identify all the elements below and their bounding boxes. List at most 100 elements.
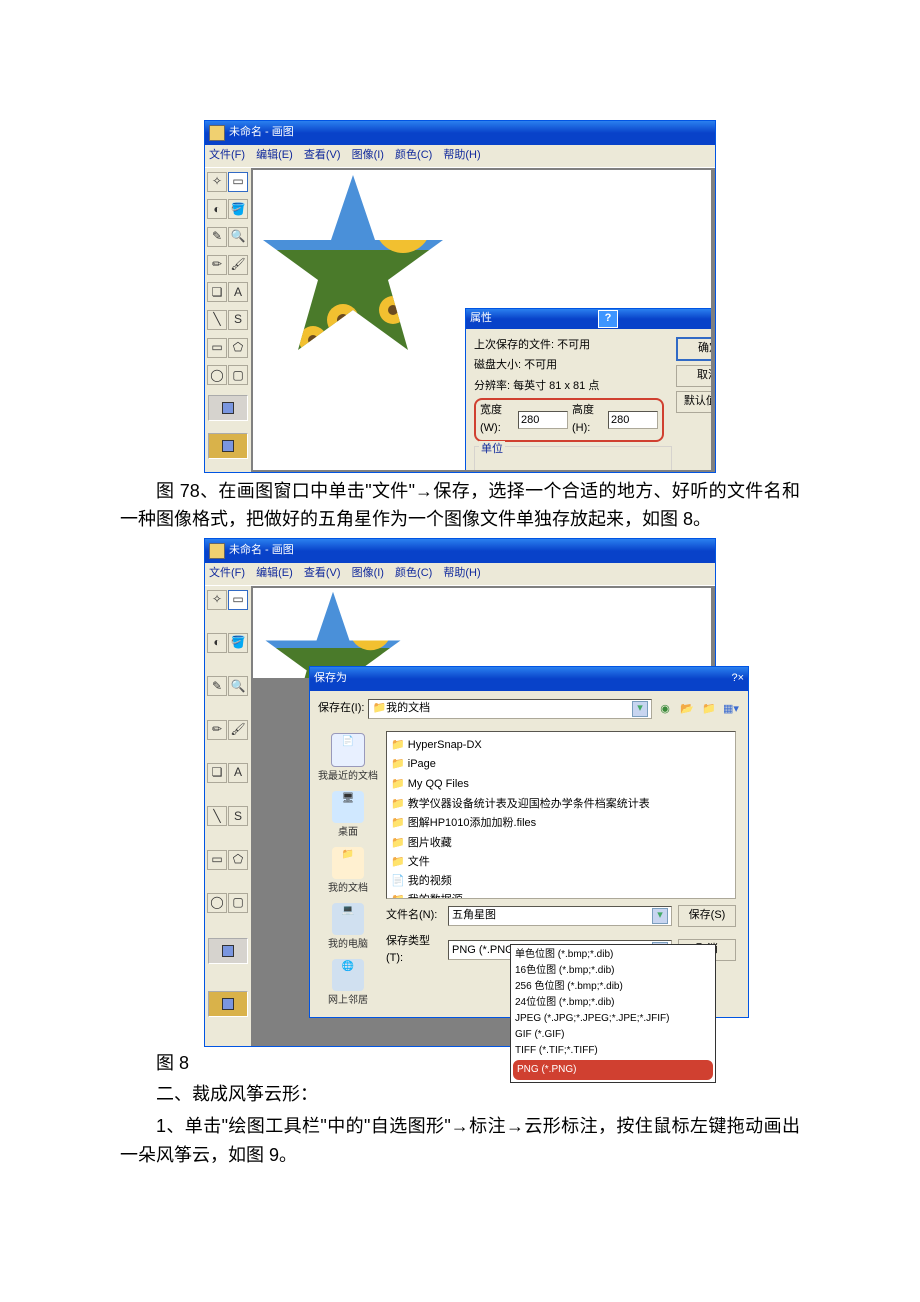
tool-ellipse[interactable]: ◯ (207, 365, 227, 385)
tool-line[interactable]: ╲ (207, 310, 227, 330)
tool-brush[interactable]: 🖌 (228, 255, 248, 275)
type-option[interactable]: 256 色位图 (*.bmp;*.dib) (513, 979, 713, 995)
type-option[interactable]: JPEG (*.JPG;*.JPEG;*.JPE;*.JFIF) (513, 1011, 713, 1027)
place-desktop[interactable]: 🖥桌面 (318, 789, 378, 843)
save-button[interactable]: 保存(S) (678, 905, 736, 927)
menu-image[interactable]: 图像(I) (352, 149, 384, 161)
menu-view[interactable]: 查看(V) (304, 149, 341, 161)
file-item[interactable]: 图片收藏 (391, 834, 731, 854)
tool-option-1[interactable] (208, 395, 248, 421)
views-icon[interactable]: ▦▾ (722, 700, 740, 718)
tool-airbrush[interactable]: ❏ (207, 282, 227, 302)
titlebar[interactable]: 未命名 - 画图 (205, 121, 715, 145)
type-option[interactable]: 24位位图 (*.bmp;*.dib) (513, 995, 713, 1011)
app-icon (209, 125, 225, 141)
ok-button[interactable]: 确定 (676, 337, 711, 361)
file-item[interactable]: 图解HP1010添加加粉.files (391, 814, 731, 834)
menu-help[interactable]: 帮助(H) (443, 149, 480, 161)
height-input[interactable] (608, 411, 658, 429)
tool-rect-select[interactable]: ▭ (228, 172, 248, 192)
file-item[interactable]: HyperSnap-DX (391, 736, 731, 756)
canvas-area: 属性 ? × 确定 取消 默认值(D) 上次保存的文件: 不可用 (251, 168, 715, 472)
file-item[interactable]: 教学仪器设备统计表及迎国检办学条件档案统计表 (391, 795, 731, 815)
tool-polygon[interactable]: ⬠ (228, 850, 248, 870)
tool-curve[interactable]: S (228, 806, 248, 826)
menu-edit[interactable]: 编辑(E) (256, 149, 293, 161)
tool-airbrush[interactable]: ❏ (207, 763, 227, 783)
width-label: 宽度(W): (480, 402, 514, 437)
tool-fill[interactable]: 🪣 (228, 633, 248, 653)
menu-color[interactable]: 颜色(C) (395, 149, 432, 161)
tool-pencil[interactable]: ✏ (207, 255, 227, 275)
place-recent[interactable]: 📄我最近的文档 (318, 731, 378, 787)
tool-ellipse[interactable]: ◯ (207, 893, 227, 913)
menu-file[interactable]: 文件(F) (209, 149, 245, 161)
file-item[interactable]: 我的数据源 (391, 891, 731, 899)
menu-image[interactable]: 图像(I) (352, 567, 384, 579)
tool-text[interactable]: A (228, 763, 248, 783)
window-title: 未命名 - 画图 (229, 542, 294, 560)
tool-rect[interactable]: ▭ (207, 850, 227, 870)
titlebar[interactable]: 未命名 - 画图 (205, 539, 715, 563)
cancel-button[interactable]: 取消 (676, 365, 711, 387)
tool-option-2[interactable] (208, 433, 248, 459)
help-button[interactable]: ? (598, 310, 618, 328)
menu-view[interactable]: 查看(V) (304, 567, 341, 579)
paint-window-2: 未命名 - 画图 文件(F) 编辑(E) 查看(V) 图像(I) 颜色(C) 帮… (204, 538, 716, 1047)
savetype-dropdown[interactable]: 单色位图 (*.bmp;*.dib)16色位图 (*.bmp;*.dib)256… (510, 944, 716, 1083)
tool-picker[interactable]: ✎ (207, 227, 227, 247)
tool-magnify[interactable]: 🔍 (228, 676, 248, 696)
tool-roundrect[interactable]: ▢ (228, 365, 248, 385)
tool-rect-select[interactable]: ▭ (228, 590, 248, 610)
tool-magnify[interactable]: 🔍 (228, 227, 248, 247)
chevron-down-icon[interactable]: ▾ (632, 701, 648, 717)
place-mydocs[interactable]: 📁我的文档 (318, 845, 378, 899)
tool-roundrect[interactable]: ▢ (228, 893, 248, 913)
file-item[interactable]: 文件 (391, 853, 731, 873)
toolbox: ✧ ▭ ◐ 🪣 ✎ 🔍 ✏ 🖌 ❏ A ╲ S ▭ ⬠ ◯ ▢ (205, 168, 251, 472)
filename-input[interactable]: 五角星图▾ (448, 906, 672, 926)
type-option[interactable]: 16色位图 (*.bmp;*.dib) (513, 963, 713, 979)
place-mycomputer[interactable]: 💻我的电脑 (318, 901, 378, 955)
width-input[interactable] (518, 411, 568, 429)
file-item[interactable]: My QQ Files (391, 775, 731, 795)
new-folder-icon[interactable]: 📁 (700, 700, 718, 718)
type-option[interactable]: GIF (*.GIF) (513, 1027, 713, 1043)
place-network[interactable]: 🌐网上邻居 (318, 957, 378, 1011)
type-option[interactable]: TIFF (*.TIF;*.TIFF) (513, 1043, 713, 1059)
tool-eraser[interactable]: ◐ (207, 199, 227, 219)
menu-edit[interactable]: 编辑(E) (256, 567, 293, 579)
menu-color[interactable]: 颜色(C) (395, 567, 432, 579)
close-button[interactable]: × (738, 670, 744, 688)
star-image (253, 170, 453, 370)
tool-pencil[interactable]: ✏ (207, 720, 227, 740)
tool-freeform-select[interactable]: ✧ (207, 172, 227, 192)
tool-rect[interactable]: ▭ (207, 338, 227, 358)
back-icon[interactable]: ◉ (656, 700, 674, 718)
tool-polygon[interactable]: ⬠ (228, 338, 248, 358)
lookin-combo[interactable]: 📁 我的文档 ▾ (368, 699, 652, 719)
chevron-down-icon[interactable]: ▾ (652, 908, 668, 924)
up-icon[interactable]: 📂 (678, 700, 696, 718)
tool-text[interactable]: A (228, 282, 248, 302)
menu-file[interactable]: 文件(F) (209, 567, 245, 579)
file-item[interactable]: iPage (391, 755, 731, 775)
default-button[interactable]: 默认值(D) (676, 391, 711, 413)
tool-freeform-select[interactable]: ✧ (207, 590, 227, 610)
tool-fill[interactable]: 🪣 (228, 199, 248, 219)
tool-brush[interactable]: 🖌 (228, 720, 248, 740)
tool-picker[interactable]: ✎ (207, 676, 227, 696)
height-label: 高度(H): (572, 402, 604, 437)
canvas-area: 保存为 ? × 保存在(I): 📁 我的文档 ▾ ◉ (251, 586, 715, 1046)
tool-option-2[interactable] (208, 991, 248, 1017)
menu-help[interactable]: 帮助(H) (443, 567, 480, 579)
tool-option-1[interactable] (208, 938, 248, 964)
file-list[interactable]: HyperSnap-DXiPageMy QQ Files教学仪器设备统计表及迎国… (386, 731, 736, 899)
lookin-value: 我的文档 (386, 700, 430, 718)
type-option[interactable]: 单色位图 (*.bmp;*.dib) (513, 947, 713, 963)
type-option[interactable]: PNG (*.PNG) (513, 1060, 713, 1080)
tool-line[interactable]: ╲ (207, 806, 227, 826)
tool-curve[interactable]: S (228, 310, 248, 330)
tool-eraser[interactable]: ◐ (207, 633, 227, 653)
file-item[interactable]: 我的视频 (391, 873, 731, 891)
